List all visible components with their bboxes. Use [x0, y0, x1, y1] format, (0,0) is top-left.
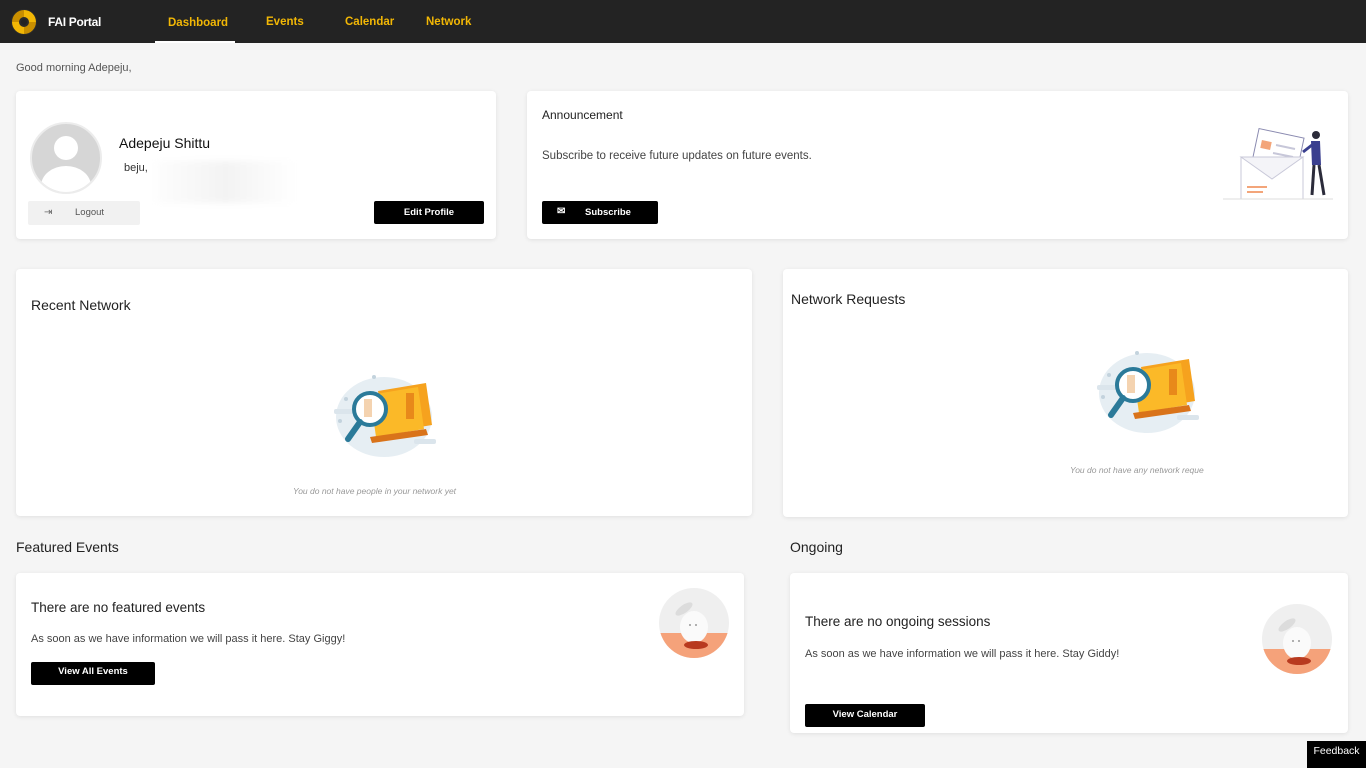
announcement-title: Announcement: [542, 108, 623, 122]
announcement-text: Subscribe to receive future updates on f…: [542, 150, 812, 162]
greeting-text: Good morning Adepeju,: [16, 62, 132, 74]
logout-button[interactable]: ⇥ Logout: [28, 201, 140, 225]
fai-logo-icon[interactable]: [9, 7, 39, 37]
network-requests-card: Network Requests You do not have any net…: [783, 269, 1348, 517]
recent-network-title: Recent Network: [31, 297, 131, 313]
announcement-illustration-icon: [1223, 127, 1333, 200]
nav-tab-events[interactable]: Events: [266, 16, 304, 28]
network-requests-title: Network Requests: [791, 291, 906, 307]
featured-events-title: There are no featured events: [31, 600, 206, 615]
view-calendar-button[interactable]: View Calendar: [805, 704, 925, 727]
profile-name: Adepeju Shittu: [119, 135, 211, 151]
ongoing-text: As soon as we have information we will p…: [805, 648, 1120, 660]
feedback-button[interactable]: Feedback: [1307, 741, 1366, 768]
subscribe-button[interactable]: ✉ Subscribe: [542, 201, 658, 224]
subscribe-icon: ✉: [557, 206, 566, 217]
empty-jar-illustration-icon: [1262, 604, 1332, 674]
top-navbar: FAI Portal Dashboard Events Calendar Net…: [0, 0, 1366, 43]
nav-tab-network[interactable]: Network: [426, 16, 471, 28]
nav-tab-dashboard[interactable]: Dashboard: [155, 0, 235, 43]
empty-jar-illustration-icon: [659, 588, 729, 658]
ongoing-heading: Ongoing: [790, 539, 843, 555]
view-all-events-button[interactable]: View All Events: [31, 662, 155, 685]
logout-label: Logout: [75, 207, 105, 218]
ongoing-title: There are no ongoing sessions: [805, 614, 991, 629]
featured-events-card: There are no featured events As soon as …: [16, 573, 744, 716]
announcement-card: Announcement Subscribe to receive future…: [527, 91, 1348, 239]
avatar: [30, 122, 102, 194]
active-tab-underline: [155, 41, 235, 43]
profile-card: Adepeju Shittu beju, ⇥ Logout Edit Profi…: [16, 91, 496, 239]
empty-search-illustration-icon: [334, 375, 436, 457]
network-requests-empty-text: You do not have any network reque: [1070, 465, 1204, 475]
subscribe-label: Subscribe: [585, 207, 631, 218]
brand-name[interactable]: FAI Portal: [48, 15, 101, 29]
featured-events-text: As soon as we have information we will p…: [31, 633, 346, 645]
empty-search-illustration-icon: [1097, 351, 1199, 433]
ongoing-card: There are no ongoing sessions As soon as…: [790, 573, 1348, 733]
recent-network-empty-text: You do not have people in your network y…: [293, 486, 457, 496]
nav-tab-calendar[interactable]: Calendar: [345, 16, 394, 28]
featured-events-heading: Featured Events: [16, 539, 119, 555]
redacted-region: [156, 161, 296, 203]
nav-tab-dashboard-label: Dashboard: [168, 17, 229, 29]
edit-profile-button[interactable]: Edit Profile: [374, 201, 484, 224]
profile-email: beju,: [124, 162, 148, 174]
logout-icon: ⇥: [44, 207, 53, 218]
recent-network-card: Recent Network You do not have people in…: [16, 269, 752, 516]
